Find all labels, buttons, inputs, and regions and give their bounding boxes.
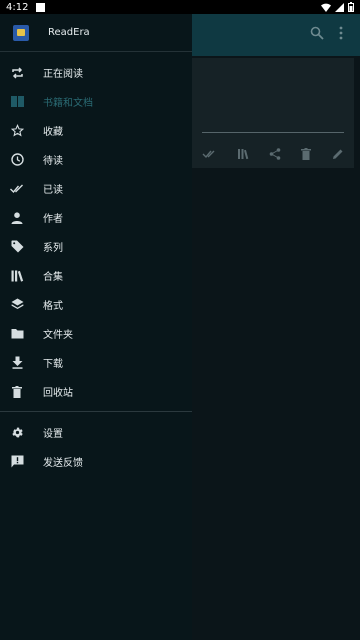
person-icon	[10, 211, 24, 225]
menu-item-to-read[interactable]: 待读	[0, 145, 192, 174]
star-icon	[10, 124, 24, 138]
menu-item-label: 收藏	[43, 127, 63, 138]
gear-icon	[10, 426, 24, 440]
drawer-divider	[0, 411, 192, 412]
menu-item-trash[interactable]: 回收站	[0, 377, 192, 406]
collection-icon[interactable]	[237, 148, 249, 160]
menu-item-label: 设置	[43, 429, 63, 440]
menu-item-label: 书籍和文档	[43, 98, 93, 109]
folder-icon	[10, 327, 24, 341]
edit-icon[interactable]	[332, 148, 344, 160]
clock-icon	[10, 153, 24, 167]
card-toolbar	[192, 142, 354, 166]
battery-icon	[348, 2, 354, 12]
menu-item-label: 已读	[43, 185, 63, 196]
share-icon[interactable]	[269, 148, 281, 160]
menu-item-label: 待读	[43, 156, 63, 167]
drawer-menu: 正在阅读 书籍和文档 收藏 待读 已读 作者 系列 合集 格式 文件夹 下载 回…	[0, 52, 192, 406]
download-icon	[10, 356, 24, 370]
menu-item-settings[interactable]: 设置	[0, 418, 192, 447]
menu-item-formats[interactable]: 格式	[0, 290, 192, 319]
signal-icon	[335, 2, 344, 12]
notification-icon	[36, 2, 46, 12]
delete-icon[interactable]	[301, 148, 312, 160]
menu-item-series[interactable]: 系列	[0, 232, 192, 261]
more-vert-icon[interactable]	[338, 26, 344, 40]
drawer-bottom-menu: 设置 发送反馈	[0, 418, 192, 476]
double-check-icon	[10, 182, 24, 196]
menu-item-label: 系列	[43, 243, 63, 254]
navigation-drawer: ReadEra 正在阅读 书籍和文档 收藏 待读 已读 作者 系列 合集 格式 …	[0, 14, 192, 640]
books-icon	[10, 269, 24, 283]
mark-read-icon[interactable]	[202, 149, 216, 159]
feedback-icon	[10, 455, 24, 469]
menu-item-label: 发送反馈	[43, 458, 83, 469]
reading-progress-bar	[202, 132, 344, 133]
menu-item-label: 合集	[43, 272, 63, 283]
menu-item-authors[interactable]: 作者	[0, 203, 192, 232]
menu-item-label: 作者	[43, 214, 63, 225]
status-bar: 4:12	[0, 0, 360, 14]
menu-item-folders[interactable]: 文件夹	[0, 319, 192, 348]
menu-item-feedback[interactable]: 发送反馈	[0, 447, 192, 476]
menu-item-label: 下载	[43, 359, 63, 370]
layers-icon	[10, 298, 24, 312]
drawer-header: ReadEra	[0, 14, 192, 52]
menu-item-label: 正在阅读	[43, 69, 83, 80]
book-card[interactable]	[192, 58, 354, 168]
menu-item-favorites[interactable]: 收藏	[0, 116, 192, 145]
status-icons	[321, 2, 354, 12]
menu-item-label: 格式	[43, 301, 63, 312]
menu-item-reading-now[interactable]: 正在阅读	[0, 58, 192, 87]
menu-item-collections[interactable]: 合集	[0, 261, 192, 290]
menu-item-label: 文件夹	[43, 330, 73, 341]
menu-item-books-docs[interactable]: 书籍和文档	[0, 87, 192, 116]
trash-icon	[10, 385, 24, 399]
tag-icon	[10, 240, 24, 254]
menu-item-label: 回收站	[43, 388, 73, 399]
app-name: ReadEra	[48, 27, 90, 38]
menu-item-have-read[interactable]: 已读	[0, 174, 192, 203]
app-logo-icon	[13, 24, 29, 41]
repeat-icon	[10, 66, 24, 80]
status-time: 4:12	[6, 1, 29, 13]
search-icon[interactable]	[310, 26, 324, 40]
wifi-icon	[321, 3, 331, 12]
menu-item-downloads[interactable]: 下载	[0, 348, 192, 377]
book-icon	[10, 95, 24, 109]
